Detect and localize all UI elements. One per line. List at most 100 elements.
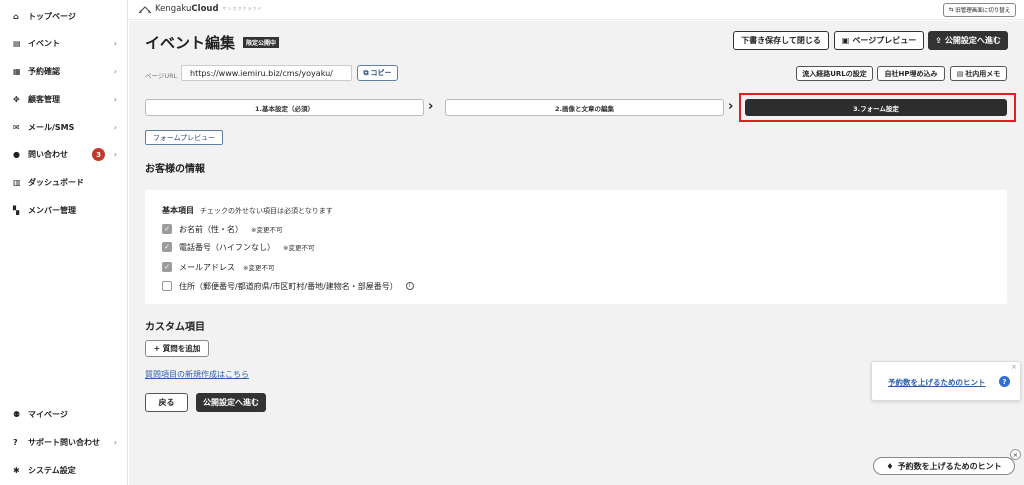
sidebar-item-label: メンバー管理 [28,205,76,215]
sidebar-item-inquiries[interactable]: ● 問い合わせ 3 › [13,147,125,161]
page-title: イベント編集 [145,34,236,52]
home-icon: ⌂ [13,11,19,21]
help-icon: ? [13,437,18,447]
checkbox[interactable]: ✓ [162,224,172,234]
status-badge: 限定公開中 [243,37,280,48]
upload-icon: ⇪ [935,36,942,45]
close-icon[interactable]: × [1011,363,1017,371]
fixed-note: ※変更不可 [283,244,315,252]
sidebar: ⌂ トップページ ▤ イベント › ▦ 予約確認 › ✥ 顧客管理 › ✉ メール/SMS › ●… [0,0,128,485]
sidebar-item-top[interactable]: ⌂ トップページ [13,9,125,23]
hint-pill-button[interactable]: ♦ 予約数を上げるためのヒント [873,457,1015,475]
chevron-right-icon: › [728,99,734,114]
chevron-right-icon: › [428,99,434,114]
publish-next-bottom-button[interactable]: 公開設定へ進む [196,393,266,412]
sidebar-item-event[interactable]: ▤ イベント › [13,36,125,50]
sidebar-item-customers[interactable]: ✥ 顧客管理 › [13,92,125,106]
house-logo-icon [138,5,152,13]
chevron-right-icon: › [113,437,117,447]
highlight-box [739,93,1016,122]
switch-icon: ⇆ [948,7,954,13]
chevron-right-icon: › [113,38,117,48]
chat-icon: ● [13,149,20,159]
sidebar-item-label: ダッシュボード [28,177,84,187]
page-url-field[interactable]: https://www.iemiru.biz/cms/yoyaku/ [181,65,352,81]
sidebar-item-members[interactable]: ▚ メンバー管理 [13,203,125,217]
preview-icon: ▣ [841,36,850,45]
custom-fields-heading: カスタム項目 [145,322,205,333]
hint-pill-label: 予約数を上げるためのヒント [897,461,1002,471]
sidebar-item-label: 顧客管理 [28,94,60,104]
logo-tagline: ケンガククラウド [222,6,263,11]
grid-icon: ▚ [13,205,20,215]
info-icon[interactable]: i [405,282,414,290]
logo-prefix: Kengaku [155,4,192,14]
sidebar-item-dashboard[interactable]: ▥ ダッシュボード [13,175,125,189]
fixed-note: ※変更不可 [251,226,283,234]
field-phone-row: ✓ 電話番号（ハイフンなし） ※変更不可 [162,241,314,253]
internal-memo-button[interactable]: ▤ 社内用メモ [950,66,1007,81]
sidebar-item-mypage[interactable]: ⚉ マイページ [13,407,125,421]
page-url-label: ページURL [145,72,178,80]
save-close-button[interactable]: 下書き保存して閉じる [733,31,829,50]
page-preview-button[interactable]: ▣ ページプレビュー [834,31,924,50]
sidebar-item-support[interactable]: ? サポート問い合わせ › [13,435,125,449]
person-icon: ⚉ [13,409,21,419]
top-bar [129,0,1024,20]
add-question-button[interactable]: + 質問を追加 [145,340,209,357]
chevron-right-icon: › [113,94,117,104]
field-address-row: 住所（郵便番号/都道府県/市区町村/番地/建物名・部屋番号） i [162,280,414,292]
sidebar-item-label: イベント [28,38,60,48]
back-button[interactable]: 戻る [145,393,188,412]
sidebar-item-label: システム設定 [28,465,76,475]
notification-badge: 3 [92,148,105,161]
calendar-icon: ▦ [13,66,21,76]
form-preview-button[interactable]: フォームプレビュー [145,130,223,145]
field-label: 住所（郵便番号/都道府県/市区町村/番地/建物名・部屋番号） [179,281,398,291]
publish-next-label: 公開設定へ進む [944,36,1001,45]
publish-next-top-button[interactable]: ⇪ 公開設定へ進む [928,31,1008,50]
sidebar-item-label: 問い合わせ [28,149,68,159]
page-preview-label: ページプレビュー [852,36,917,45]
chevron-right-icon: › [113,149,117,159]
new-question-link[interactable]: 質問項目の新規作成はこちら [145,369,249,380]
copy-icon: ⧉ [363,68,369,77]
field-label: お名前（性・名） [179,224,243,234]
memo-icon: ▤ [956,69,964,78]
fixed-note: ※変更不可 [243,264,275,272]
sidebar-item-label: マイページ [28,409,68,419]
gear-icon: ✱ [13,465,20,475]
field-name-row: ✓ お名前（性・名） ※変更不可 [162,223,282,235]
copy-label: コピー [370,69,392,77]
close-icon[interactable]: × [1010,449,1021,460]
embed-button[interactable]: 自社HP埋め込み [877,66,945,81]
app-logo[interactable]: Kengaku Cloud ケンガククラウド [138,4,262,14]
sidebar-item-mail[interactable]: ✉ メール/SMS › [13,120,125,134]
copy-url-button[interactable]: ⧉ コピー [357,65,398,81]
sidebar-item-label: トップページ [28,11,76,21]
checkbox[interactable] [162,281,172,291]
step-basic[interactable]: 1.基本設定（必須） [145,99,424,116]
sidebar-item-settings[interactable]: ✱ システム設定 [13,463,125,477]
customer-info-heading: お客様の情報 [145,164,205,175]
switch-legacy-label: 旧管理画面に切り替え [955,8,1011,14]
checkbox[interactable]: ✓ [162,242,172,252]
chevron-right-icon: › [113,122,117,132]
question-icon[interactable]: ? [999,376,1010,387]
sidebar-item-reservations[interactable]: ▦ 予約確認 › [13,64,125,78]
field-label: 電話番号（ハイフンなし） [179,242,275,252]
users-icon: ✥ [13,94,20,104]
step-images[interactable]: 2.画像と文章の編集 [445,99,724,116]
checkbox[interactable]: ✓ [162,262,172,272]
sidebar-item-label: 予約確認 [28,66,60,76]
traffic-url-button[interactable]: 流入経路URLの設定 [796,66,873,81]
switch-legacy-button[interactable]: ⇆ 旧管理画面に切り替え [943,3,1016,17]
field-email-row: ✓ メールアドレス ※変更不可 [162,261,274,273]
sidebar-item-label: メール/SMS [28,122,75,132]
hint-card: × 予約数を上げるためのヒント ? [871,361,1021,401]
chevron-right-icon: › [113,66,117,76]
sidebar-item-label: サポート問い合わせ [28,437,100,447]
field-label: メールアドレス [179,262,235,272]
hint-link[interactable]: 予約数を上げるためのヒント [888,377,986,388]
basic-note: チェックの外せない項目は必須となります [200,207,333,215]
